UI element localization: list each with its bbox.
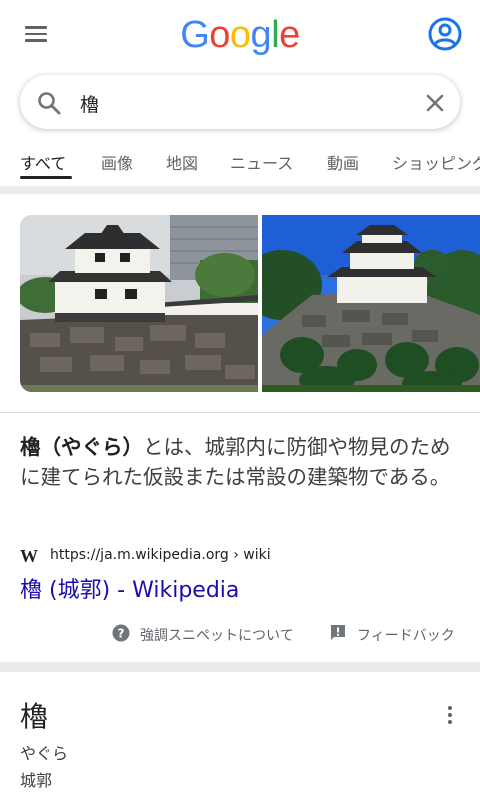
account-circle-icon — [428, 17, 462, 51]
more-vert-icon[interactable] — [440, 704, 460, 726]
source-url[interactable]: https://ja.m.wikipedia.org › wiki — [50, 547, 271, 563]
logo-letter: g — [250, 14, 272, 56]
close-icon[interactable] — [422, 90, 448, 116]
help-circle-icon[interactable]: ? — [112, 624, 130, 642]
tab-all[interactable]: すべて — [20, 150, 66, 174]
search-icon[interactable] — [36, 90, 62, 116]
tab-videos[interactable]: 動画 — [327, 150, 359, 174]
tab-shopping[interactable]: ショッピング — [392, 150, 480, 174]
divider — [0, 186, 480, 194]
logo-letter: G — [180, 14, 210, 56]
featured-snippet-text: 櫓（やぐら）とは、城郭内に防御や物見のために建てられた仮設または常設の建築物であ… — [20, 432, 466, 492]
tab-maps[interactable]: 地図 — [166, 150, 198, 174]
wikipedia-w-icon: W — [20, 546, 38, 566]
logo-letter: o — [209, 14, 230, 56]
logo-letter: l — [271, 14, 280, 56]
dictionary-word: 櫓 — [20, 700, 49, 733]
fujimi-yagura-image[interactable] — [262, 215, 480, 392]
result-title-link[interactable]: 櫓 (城郭) - Wikipedia — [20, 572, 239, 604]
dictionary-reading: やぐら — [20, 744, 69, 763]
search-tabs: すべて 画像 地図 ニュース 動画 ショッピング — [0, 140, 480, 184]
feedback-link[interactable]: フィードバック — [357, 625, 455, 645]
tab-images[interactable]: 画像 — [101, 150, 133, 174]
dictionary-meaning: 城郭 — [20, 771, 53, 790]
svg-text:?: ? — [118, 627, 125, 641]
active-tab-indicator — [20, 176, 72, 179]
logo-letter: e — [279, 14, 300, 56]
tab-news[interactable]: ニュース — [230, 150, 293, 174]
search-input[interactable] — [80, 88, 410, 118]
snippet-term: 櫓（やぐら） — [20, 435, 143, 459]
account-button[interactable] — [427, 16, 463, 52]
google-logo[interactable]: Google — [0, 12, 480, 58]
logo-letter: o — [229, 14, 251, 56]
castle-turret-image[interactable] — [20, 215, 258, 392]
divider — [0, 412, 480, 413]
divider — [0, 662, 480, 672]
about-featured-snippets-link[interactable]: 強調スニペットについて — [140, 625, 294, 645]
feedback-icon[interactable] — [330, 624, 346, 642]
